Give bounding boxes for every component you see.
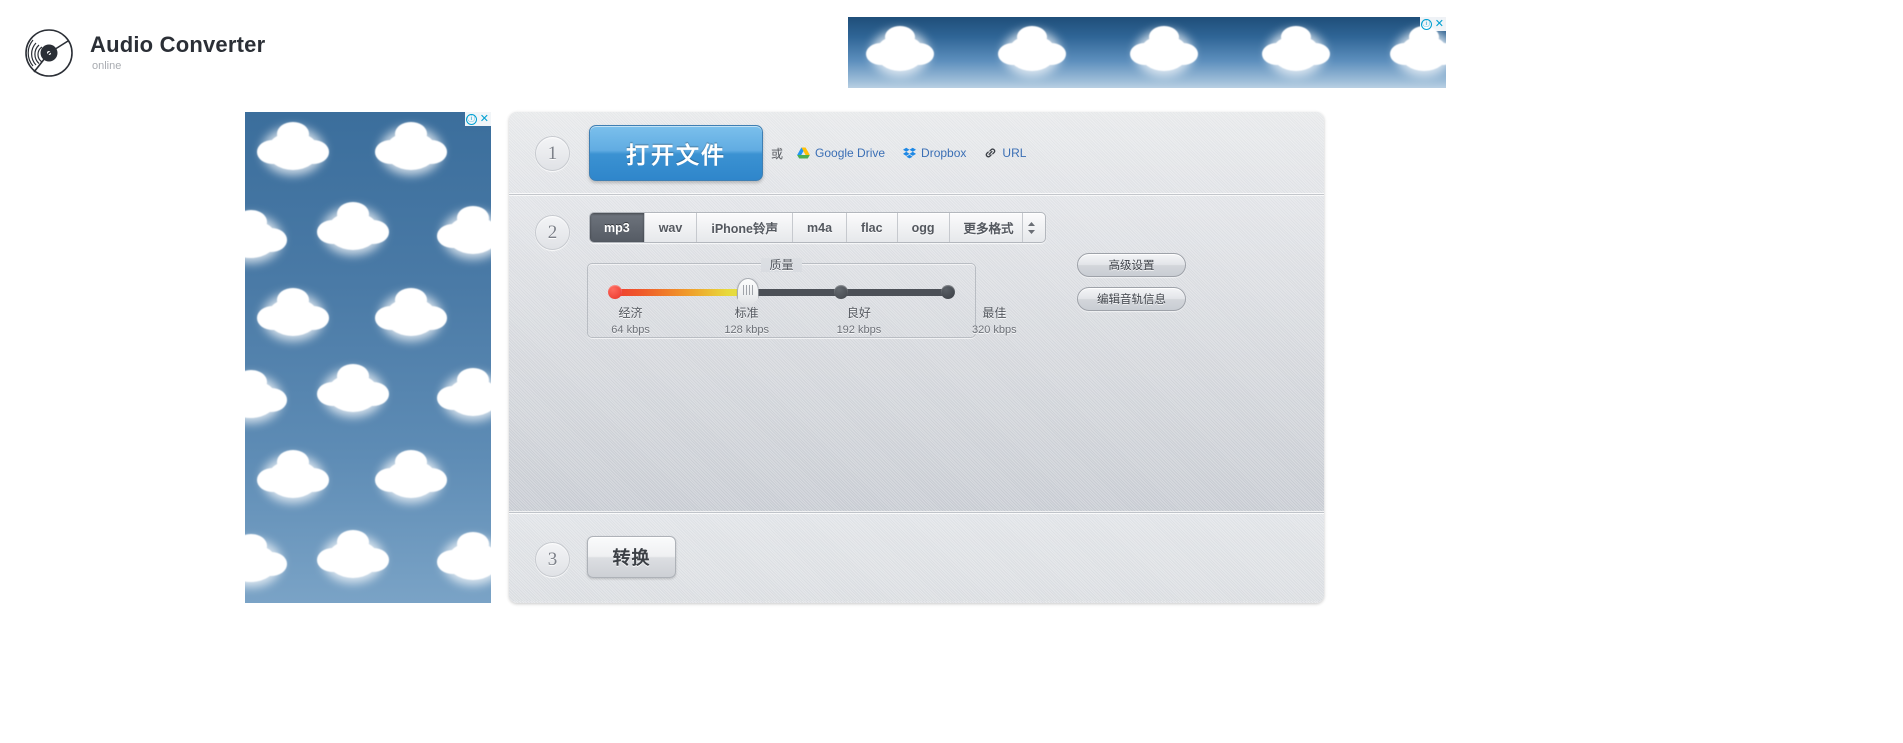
edit-track-info-button[interactable]: 编辑音轨信息: [1077, 287, 1186, 311]
quality-panel: 质量 经济 64 kbps 标准 128 kbps 良好 192 kbps 最佳…: [586, 258, 1017, 338]
google-drive-label: Google Drive: [815, 146, 886, 160]
quality-tick-rate: 128 kbps: [724, 324, 769, 336]
url-label: URL: [1002, 146, 1027, 160]
quality-tick-good[interactable]: 良好 192 kbps: [814, 304, 904, 336]
quality-title: 质量: [761, 258, 802, 272]
adchoices-info-icon[interactable]: ⓘ: [465, 113, 477, 125]
quality-tick-standard[interactable]: 标准 128 kbps: [702, 304, 792, 336]
google-drive-link[interactable]: Google Drive: [797, 146, 885, 160]
quality-tick-name: 经济: [618, 306, 643, 320]
step-3-badge: 3: [535, 542, 570, 577]
output-format-tabs[interactable]: mp3 wav iPhone铃声 m4a flac ogg 更多格式: [589, 212, 1046, 243]
quality-tick-best[interactable]: 最佳 320 kbps: [949, 304, 1039, 336]
quality-title-wrap: 质量: [588, 256, 975, 273]
close-icon[interactable]: ✕: [1433, 17, 1446, 31]
quality-slider[interactable]: [608, 278, 955, 310]
quality-tick-name: 标准: [734, 306, 759, 320]
link-icon: [984, 147, 997, 159]
vinyl-record-icon: [24, 28, 74, 78]
quality-tick-labels: 经济 64 kbps 标准 128 kbps 良好 192 kbps 最佳 32…: [586, 304, 1016, 338]
logo-text: Audio Converter online: [90, 34, 265, 72]
converter-panel: 1 打开文件 或 Google Drive Dropbox URL 2 mp3 …: [509, 112, 1324, 603]
logo-block[interactable]: Audio Converter online: [24, 28, 265, 78]
close-icon[interactable]: ✕: [478, 112, 491, 126]
convert-button[interactable]: 转换: [587, 536, 676, 578]
step-3-section: 3 转换: [509, 513, 1324, 601]
adchoices-controls[interactable]: ⓘ ✕: [464, 112, 491, 126]
side-skyscraper-ad[interactable]: ⓘ ✕: [245, 112, 491, 603]
format-more-stepper[interactable]: [1023, 213, 1045, 242]
adchoices-controls[interactable]: ⓘ ✕: [1419, 17, 1446, 31]
step-2-side-buttons: 高级设置 编辑音轨信息: [1077, 253, 1186, 311]
format-tab-iphone-ringtone[interactable]: iPhone铃声: [697, 213, 794, 242]
step-2-badge: 2: [535, 215, 570, 250]
quality-tick-rate: 320 kbps: [972, 324, 1017, 336]
step-1-section: 1 打开文件 或 Google Drive Dropbox URL: [509, 112, 1324, 195]
top-banner-ad[interactable]: ⓘ ✕: [848, 17, 1446, 88]
slider-stop-economy[interactable]: [608, 285, 622, 299]
format-tab-more[interactable]: 更多格式: [950, 213, 1023, 242]
slider-stop-best[interactable]: [941, 285, 955, 299]
google-drive-icon: [797, 147, 810, 159]
dropbox-link[interactable]: Dropbox: [903, 146, 966, 160]
slider-filled-track: [612, 289, 748, 296]
grip-lines-icon: [742, 285, 753, 295]
adchoices-info-icon[interactable]: ⓘ: [1420, 18, 1432, 30]
alternate-sources-row: 或 Google Drive Dropbox URL: [771, 143, 1044, 163]
dropbox-label: Dropbox: [921, 146, 967, 160]
or-label: 或: [771, 146, 784, 161]
quality-tick-name: 最佳: [982, 306, 1007, 320]
page-title: Audio Converter: [90, 32, 266, 57]
format-tab-mp3[interactable]: mp3: [590, 213, 645, 242]
url-link[interactable]: URL: [984, 146, 1026, 160]
dropbox-icon: [903, 147, 917, 159]
quality-tick-name: 良好: [846, 306, 871, 320]
format-tab-ogg[interactable]: ogg: [898, 213, 950, 242]
chevron-updown-icon: [1027, 221, 1036, 235]
quality-tick-economy[interactable]: 经济 64 kbps: [586, 304, 676, 336]
format-tab-flac[interactable]: flac: [847, 213, 898, 242]
quality-tick-rate: 64 kbps: [611, 324, 650, 336]
slider-stop-good[interactable]: [833, 285, 848, 299]
logo-subtitle: online: [92, 60, 122, 72]
quality-tick-rate: 192 kbps: [836, 324, 882, 336]
advanced-settings-button[interactable]: 高级设置: [1077, 253, 1186, 277]
format-tab-wav[interactable]: wav: [645, 213, 698, 242]
step-1-badge: 1: [535, 136, 570, 171]
open-file-button[interactable]: 打开文件: [589, 125, 763, 181]
step-2-section: 2 mp3 wav iPhone铃声 m4a flac ogg 更多格式 质量: [509, 195, 1324, 513]
format-tab-m4a[interactable]: m4a: [793, 213, 848, 242]
